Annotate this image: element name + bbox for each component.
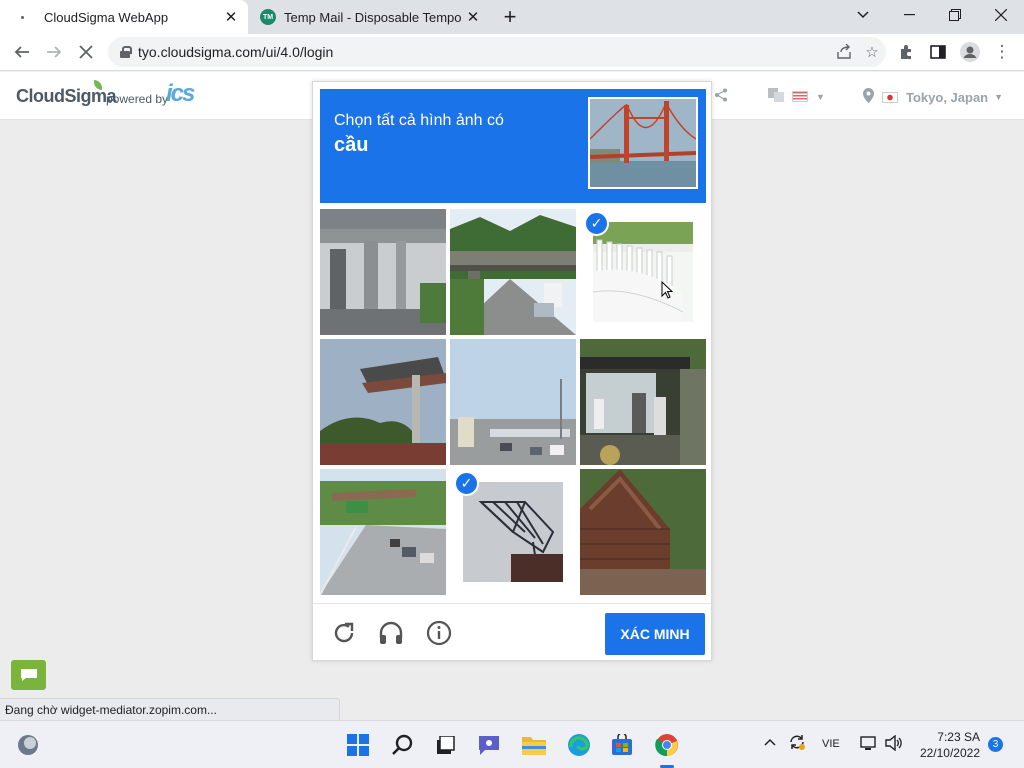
captcha-tile-8[interactable]: ✓ [450,469,576,595]
browser-status-bar: Đang chờ widget-mediator.zopim.com... [0,698,340,720]
reload-icon[interactable] [329,618,359,648]
url-text[interactable]: tyo.cloudsigma.com/ui/4.0/login [138,44,830,60]
captcha-instructions: Chọn tất cả hình ảnh có cầu [320,89,706,203]
side-panel-icon[interactable] [924,38,952,66]
captcha-tile-2[interactable] [450,209,576,335]
checkmark-icon: ✓ [454,471,479,496]
checkmark-icon: ✓ [584,211,609,236]
lock-icon[interactable] [120,46,132,58]
tab-title: Temp Mail - Disposable Temporary [284,9,462,25]
target-object-text: cầu [334,134,369,156]
tile-image [320,469,446,595]
location-selector[interactable]: Tokyo, Japan ▼ [863,88,1003,106]
close-window-icon[interactable] [978,0,1024,30]
sync-icon[interactable] [788,733,806,754]
audio-icon[interactable] [376,618,406,648]
back-icon[interactable] [8,38,36,66]
new-tab-icon[interactable]: + [498,4,522,29]
loading-favicon-icon [14,9,30,25]
weather-widget-icon[interactable] [14,731,42,759]
tab-search-chevron-icon[interactable] [840,0,886,30]
captcha-tile-4[interactable] [320,339,446,465]
captcha-tile-1[interactable] [320,209,446,335]
location-label: Tokyo, Japan [906,89,989,105]
instruction-text: Chọn tất cả hình ảnh có [334,112,504,129]
captcha-tile-6[interactable] [580,339,706,465]
close-tab-icon[interactable]: ✕ [220,6,242,28]
translate-icon [768,88,784,105]
japan-flag-icon [882,91,898,103]
verify-button[interactable]: XÁC MINH [605,613,705,655]
file-explorer-icon[interactable] [520,731,548,759]
recaptcha-challenge: Chọn tất cả hình ảnh có cầu ✓ ✓ XÁC MINH [312,81,712,661]
sample-image [588,97,698,189]
language-selector[interactable]: ▼ [768,88,825,105]
taskbar-clock[interactable]: 7:23 SA 22/10/2022 [908,729,980,761]
bookmark-star-icon[interactable]: ☆ [858,38,886,66]
captcha-tile-7[interactable] [320,469,446,595]
tile-image [320,339,446,465]
captcha-tile-5[interactable] [450,339,576,465]
network-icon[interactable] [860,735,878,754]
share-icon[interactable] [830,38,858,66]
extensions-icon[interactable] [892,38,920,66]
chrome-browser-icon[interactable] [653,731,681,759]
captcha-tile-9[interactable] [580,469,706,595]
cloudsigma-logo[interactable]: CloudSigma [16,80,117,107]
show-hidden-icons-chevron-icon[interactable] [764,735,776,749]
edge-browser-icon[interactable] [565,731,593,759]
clock-time: 7:23 SA [937,730,980,744]
temp-mail-favicon-icon: TM [260,9,276,25]
minimize-icon[interactable] [886,0,932,30]
tile-image [450,339,576,465]
partner-logo: ics [166,80,195,107]
windows-taskbar: VIE 7:23 SA 22/10/2022 3 [0,720,1024,768]
tile-image [450,209,576,335]
tile-image [580,469,706,595]
tile-image [463,482,563,582]
address-bar[interactable]: tyo.cloudsigma.com/ui/4.0/login ☆ [108,37,886,67]
browser-menu-icon[interactable]: ⋮ [988,38,1016,66]
chevron-down-icon: ▼ [994,92,1004,102]
teams-chat-icon[interactable] [475,731,503,759]
clock-date: 22/10/2022 [919,746,980,760]
captcha-tile-3[interactable]: ✓ [580,209,706,335]
tab-temp-mail[interactable]: TM Temp Mail - Disposable Temporary ✕ [250,0,490,34]
search-icon[interactable] [389,731,417,759]
forward-icon[interactable] [40,38,68,66]
microsoft-store-icon[interactable] [608,731,636,759]
tab-strip: CloudSigma WebApp ✕ TM Temp Mail - Dispo… [0,0,1024,34]
share-icon[interactable] [714,88,728,102]
tab-cloudsigma[interactable]: CloudSigma WebApp ✕ [0,0,248,34]
us-flag-icon [792,91,808,102]
notification-badge[interactable]: 3 [988,737,1003,752]
chevron-down-icon: ▼ [816,91,825,102]
close-tab-icon[interactable]: ✕ [462,6,484,28]
restore-icon[interactable] [932,0,978,30]
volume-icon[interactable] [885,734,903,754]
tile-image [320,209,446,335]
chat-widget-icon[interactable] [11,660,46,690]
task-view-icon[interactable] [431,731,459,759]
browser-toolbar: tyo.cloudsigma.com/ui/4.0/login ☆ ⋮ [0,34,1024,71]
powered-by-label: powered by [106,92,169,106]
mouse-cursor-icon [661,280,674,304]
tile-image [580,339,706,465]
location-pin-icon [863,88,874,106]
captcha-image-grid: ✓ ✓ [320,209,706,595]
input-language-indicator[interactable]: VIE [822,738,840,750]
start-menu-icon[interactable] [344,731,372,759]
profile-avatar-icon[interactable] [956,38,984,66]
info-icon[interactable] [424,618,454,648]
captcha-footer: XÁC MINH [313,603,711,660]
tile-image [592,222,693,322]
stop-loading-icon[interactable] [72,38,100,66]
tab-title: CloudSigma WebApp [44,9,169,25]
